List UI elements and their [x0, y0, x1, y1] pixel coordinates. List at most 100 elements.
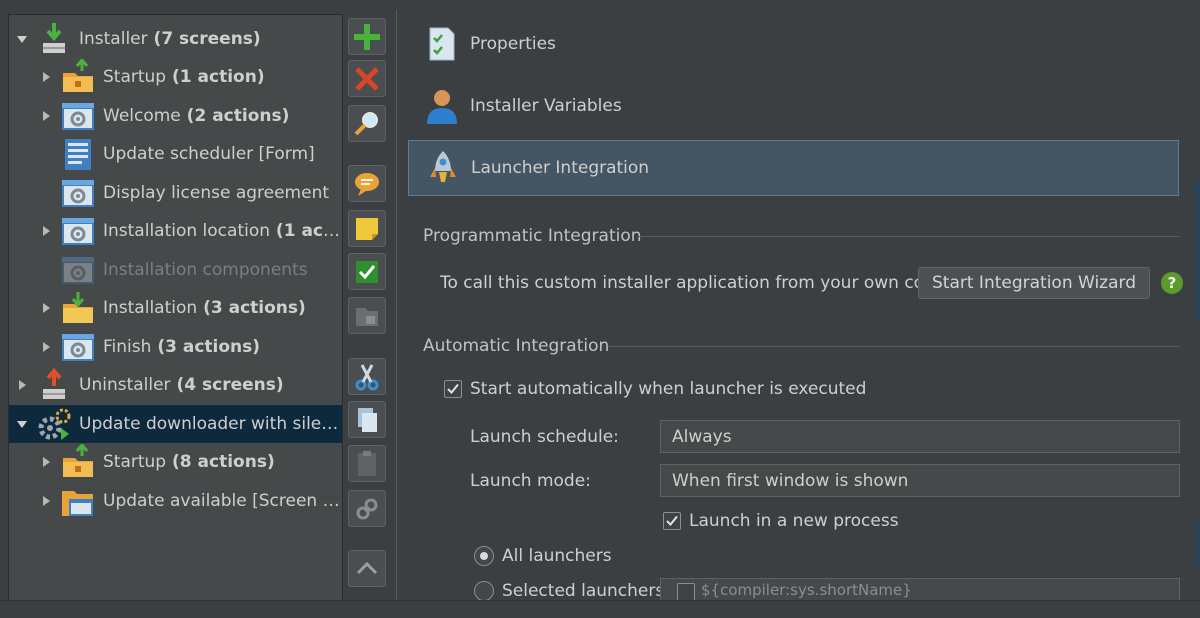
note-button[interactable]	[348, 210, 386, 247]
tree-item[interactable]: Installation (3 actions)	[9, 289, 342, 327]
tree-item-name: Uninstaller	[79, 375, 171, 395]
installer-icon	[35, 21, 73, 57]
check-button[interactable]	[348, 253, 386, 290]
copy-button[interactable]	[348, 401, 386, 438]
tree-item[interactable]: Startup (1 action)	[9, 58, 342, 96]
screens-tree[interactable]: Installer (7 screens) Startup (1 action) W…	[8, 14, 343, 601]
search-button[interactable]	[348, 105, 386, 142]
tree-item-name: Update available [Screen gr...	[103, 491, 342, 511]
nav-installer-variables[interactable]: Installer Variables	[408, 78, 1179, 134]
startup-folder-icon	[59, 59, 97, 95]
tree-item[interactable]: Uninstaller (4 screens)	[9, 366, 342, 404]
tree-item-count: (1 acti...	[275, 221, 342, 241]
new-process-checkbox[interactable]	[663, 512, 681, 530]
tree-item-name: Display license agreement	[103, 183, 330, 203]
nav-properties[interactable]: Properties	[408, 16, 1179, 72]
startup-folder-icon	[59, 444, 97, 480]
automatic-divider	[608, 346, 1180, 347]
checkmark-icon	[666, 515, 678, 526]
tree-item[interactable]: Display license agreement	[9, 174, 342, 212]
tree-item-label: Welcome (2 actions)	[103, 106, 289, 126]
tree-item-name: Update downloader with silent ...	[79, 414, 342, 434]
tree-item[interactable]: Update downloader with silent ...	[9, 405, 342, 443]
start-integration-wizard-button[interactable]: Start Integration Wizard	[918, 267, 1150, 299]
launch-mode-select[interactable]: When first window is shown	[660, 464, 1180, 497]
tree-item[interactable]: Startup (8 actions)	[9, 443, 342, 481]
tree-item-label: Installation (3 actions)	[103, 298, 306, 318]
selected-launchers-value: ${compiler:sys.shortName}	[701, 581, 912, 599]
programmatic-divider	[638, 236, 1180, 237]
start-automatically-checkbox[interactable]	[444, 380, 462, 398]
tree-item-label: Update available [Screen gr...	[103, 491, 342, 511]
all-launchers-label: All launchers	[502, 546, 612, 566]
screen-group-icon	[59, 483, 97, 519]
new-process-label: Launch in a new process	[689, 511, 899, 531]
status-bar	[0, 600, 1200, 618]
nav-launcher-integration[interactable]: Launcher Integration	[408, 140, 1179, 196]
add-button[interactable]	[348, 18, 386, 55]
launch-schedule-label: Launch schedule:	[470, 427, 619, 447]
expand-arrow-right-icon[interactable]	[39, 494, 53, 508]
note-icon	[351, 213, 383, 245]
programmatic-integration-title: Programmatic Integration	[423, 226, 642, 246]
uninstaller-icon	[35, 367, 73, 403]
scroll-indicator-lower	[1194, 520, 1200, 570]
selected-launchers-radio[interactable]	[474, 581, 494, 601]
expand-arrow-right-icon[interactable]	[39, 109, 53, 123]
tree-item[interactable]: Installation location (1 acti...	[9, 212, 342, 250]
update-downloader-icon	[35, 406, 73, 442]
expand-arrow-down-icon[interactable]	[15, 32, 29, 46]
expand-arrow-right-icon[interactable]	[39, 455, 53, 469]
all-launchers-radio[interactable]	[474, 546, 494, 566]
expand-arrow-right-icon[interactable]	[15, 378, 29, 392]
delete-button[interactable]	[348, 60, 386, 97]
selected-launchers-label: Selected launchers:	[502, 581, 670, 601]
screen-gear-icon	[59, 213, 97, 249]
automatic-integration-title: Automatic Integration	[423, 336, 610, 356]
tree-item-count: (3 actions)	[197, 298, 306, 318]
tree-item[interactable]: Update scheduler [Form]	[9, 135, 342, 173]
tree-item-label: Startup (1 action)	[103, 67, 265, 87]
comment-button[interactable]	[348, 165, 386, 202]
folder-button[interactable]	[348, 297, 386, 334]
expand-arrow-down-icon[interactable]	[15, 417, 29, 431]
help-icon[interactable]: ?	[1161, 272, 1183, 294]
tree-item-name: Installation components	[103, 260, 308, 280]
tree-item-label: Update downloader with silent ...	[79, 414, 342, 434]
tree-item-label: Display license agreement	[103, 183, 329, 203]
selected-launcher-checkbox[interactable]	[677, 583, 695, 601]
expand-arrow-right-icon[interactable]	[39, 340, 53, 354]
add-icon	[351, 21, 383, 53]
selected-launchers-field[interactable]: ${compiler:sys.shortName}	[660, 578, 1180, 602]
screen-gear-icon	[59, 329, 97, 365]
tree-item-name: Finish	[103, 337, 152, 357]
tree-item-name: Installation location	[103, 221, 271, 241]
user-icon	[422, 86, 462, 126]
cut-button[interactable]	[348, 358, 386, 395]
rocket-icon	[423, 148, 463, 188]
paste-button[interactable]	[348, 445, 386, 482]
tree-item-count: (7 screens)	[147, 29, 261, 49]
link-icon	[351, 493, 383, 525]
tree-item[interactable]: Welcome (2 actions)	[9, 97, 342, 135]
up-icon	[351, 553, 383, 585]
up-button[interactable]	[348, 550, 386, 587]
tree-item[interactable]: Update available [Screen gr...	[9, 482, 342, 520]
expand-arrow-right-icon[interactable]	[39, 70, 53, 84]
expand-arrow-right-icon[interactable]	[39, 301, 53, 315]
tree-item[interactable]: Installation components	[9, 251, 342, 289]
tree-item-label: Installer (7 screens)	[79, 29, 261, 49]
tree-item-count: (3 actions)	[151, 337, 261, 357]
tree-item-name: Startup	[103, 452, 167, 472]
tree-item[interactable]: Finish (3 actions)	[9, 328, 342, 366]
cut-icon	[351, 361, 383, 393]
link-button[interactable]	[348, 490, 386, 527]
launch-schedule-select[interactable]: Always	[660, 420, 1180, 453]
tree-item-count: (2 actions)	[180, 106, 290, 126]
tree-item[interactable]: Installer (7 screens)	[9, 20, 342, 58]
check-icon	[351, 256, 383, 288]
expand-arrow-right-icon[interactable]	[39, 224, 53, 238]
vertical-divider	[396, 10, 397, 600]
